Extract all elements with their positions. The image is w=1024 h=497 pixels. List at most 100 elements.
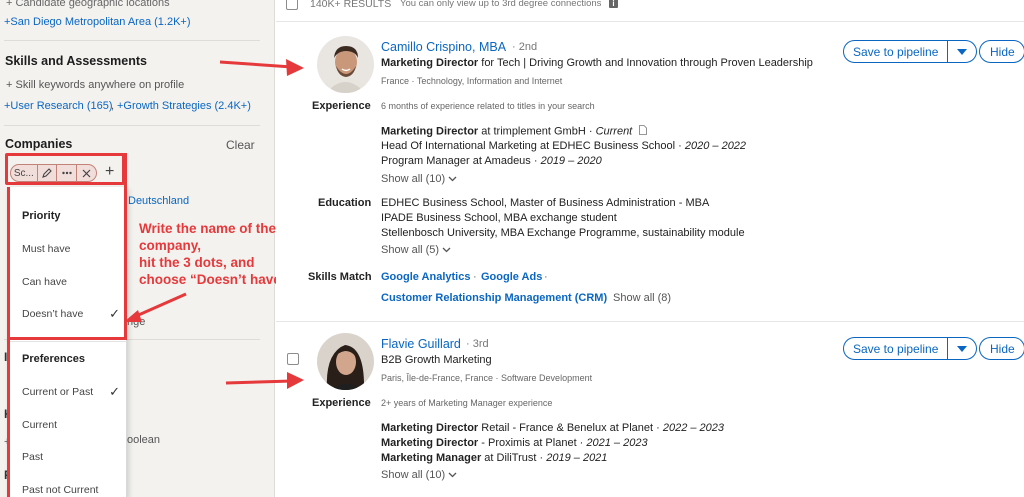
- menu-item-label: Must have: [22, 243, 71, 255]
- job-description: Program Manager at Amadeus ·: [381, 155, 541, 167]
- info-icon[interactable]: i: [609, 0, 618, 8]
- show-all-label: Show all (5): [381, 244, 440, 256]
- job-dates: 2021 – 2023: [586, 437, 648, 449]
- show-all-label: Show all (10): [381, 469, 446, 481]
- skill-chip-growth-strategies[interactable]: +Growth Strategies (2.4K+): [117, 100, 251, 112]
- search-results: 140K+ RESULTS You can only view up to 3r…: [276, 0, 1024, 497]
- menu-item-label: Current: [22, 419, 58, 431]
- job-title: Marketing Director: [381, 125, 479, 138]
- avatar[interactable]: [317, 333, 374, 390]
- save-to-pipeline-button[interactable]: Save to pipeline: [843, 337, 978, 360]
- clear-button[interactable]: Clear: [226, 138, 255, 152]
- headline-rest: for Tech | Driving Growth and Innovation…: [478, 57, 813, 69]
- chevron-down-icon[interactable]: [948, 345, 976, 352]
- menu-priority-heading: Priority: [22, 210, 61, 222]
- candidate-headline: Marketing Director for Tech | Driving Gr…: [381, 57, 813, 69]
- chevron-down-icon: [448, 469, 457, 481]
- behind-text: nge: [127, 316, 146, 328]
- show-all-skills-button[interactable]: Show all (8): [613, 292, 671, 304]
- document-icon: [639, 125, 648, 138]
- education-item: Stellenbosch University, MBA Exchange Pr…: [381, 227, 745, 239]
- menu-item-past[interactable]: Past: [22, 451, 120, 463]
- chip-separator: ,: [111, 100, 115, 112]
- menu-item-doesnt-have[interactable]: Doesn’t have ✓: [22, 306, 120, 322]
- job-company: at DiliTrust ·: [481, 452, 547, 464]
- menu-item-current[interactable]: Current: [22, 419, 120, 431]
- hide-button[interactable]: Hide: [979, 337, 1024, 360]
- job-company: Retail - France & Benelux at Planet ·: [478, 422, 663, 434]
- menu-preferences-heading: Preferences: [22, 353, 85, 365]
- candidate-name[interactable]: Camillo Crispino, MBA: [381, 40, 506, 54]
- save-to-pipeline-label[interactable]: Save to pipeline: [844, 338, 949, 359]
- geo-chip[interactable]: +San Diego Metropolitan Area (1.2K+): [4, 16, 191, 28]
- chevron-down-icon: [442, 244, 451, 256]
- behind-text: oolean: [127, 434, 161, 446]
- show-all-education-button[interactable]: Show all (5): [381, 244, 451, 256]
- job-dates: 2020 – 2022: [684, 140, 747, 152]
- headline-title: Marketing Director: [381, 57, 479, 69]
- add-company-button[interactable]: +: [105, 163, 114, 181]
- save-to-pipeline-label[interactable]: Save to pipeline: [844, 41, 949, 62]
- show-all-experience-button[interactable]: Show all (10): [381, 469, 457, 481]
- menu-item-label: Current or Past: [22, 386, 94, 398]
- more-options-icon[interactable]: [57, 165, 78, 181]
- candidate-location: France · Technology, Information and Int…: [381, 76, 563, 86]
- candidate-name[interactable]: Flavie Guillard: [381, 337, 461, 351]
- select-all-checkbox[interactable]: [286, 0, 298, 10]
- job-title: Marketing Director: [381, 422, 479, 434]
- menu-item-label: Can have: [22, 276, 67, 288]
- select-candidate-checkbox[interactable]: [287, 353, 299, 365]
- show-all-experience-button[interactable]: Show all (10): [381, 173, 457, 185]
- menu-item-current-or-past[interactable]: Current or Past ✓: [22, 384, 120, 400]
- skills-helper-label: Skill keywords anywhere on profile: [15, 79, 185, 91]
- experience-label: Experience: [312, 100, 371, 112]
- hide-button[interactable]: Hide: [979, 40, 1024, 63]
- experience-item: Marketing Director at trimplement GmbH ·…: [381, 125, 648, 138]
- experience-item: Marketing Manager at DiliTrust · 2019 – …: [381, 452, 607, 464]
- menu-item-label: Past: [22, 451, 44, 463]
- chevron-down-icon[interactable]: [948, 48, 976, 55]
- skill-tag[interactable]: Google Analytics: [381, 271, 470, 283]
- annotation-highlight-edge: [124, 153, 127, 340]
- skill-chip-user-research[interactable]: +User Research (165): [4, 100, 113, 112]
- companies-section-title: Companies: [5, 137, 73, 151]
- divider: [4, 125, 260, 126]
- connection-degree: · 2nd: [512, 41, 538, 53]
- experience-item: Program Manager at Amadeus · 2019 – 2020: [381, 155, 602, 167]
- candidate-headline: B2B Growth Marketing: [381, 354, 492, 366]
- menu-item-must-have[interactable]: Must have: [22, 243, 120, 255]
- avatar[interactable]: [317, 36, 374, 93]
- experience-item: Marketing Director - Proximis at Planet …: [381, 437, 648, 449]
- menu-item-can-have[interactable]: Can have: [22, 276, 120, 288]
- remove-icon[interactable]: [77, 165, 96, 181]
- experience-item: Head Of International Marketing at EDHEC…: [381, 140, 746, 152]
- company-behind-text[interactable]: Deutschland: [128, 195, 189, 207]
- save-to-pipeline-button[interactable]: Save to pipeline: [843, 40, 978, 63]
- menu-item-past-not-current[interactable]: Past not Current: [22, 484, 120, 496]
- annotation-highlight-edge: [7, 337, 127, 340]
- education-item: EDHEC Business School, Master of Busines…: [381, 197, 710, 209]
- skill-tag[interactable]: Customer Relationship Management (CRM): [381, 292, 607, 304]
- results-count: 140K+ RESULTS: [310, 0, 392, 10]
- menu-divider: [10, 341, 126, 342]
- edit-icon[interactable]: [38, 165, 58, 181]
- education-label: Education: [318, 197, 372, 209]
- connection-degree: · 3rd: [466, 338, 489, 350]
- job-company: at trimplement GmbH ·: [478, 125, 596, 138]
- education-item: IPADE Business School, MBA exchange stud…: [381, 212, 617, 224]
- experience-summary: 2+ years of Marketing Manager experience: [381, 398, 553, 408]
- chevron-down-icon: [448, 173, 457, 185]
- show-all-label: Show all (10): [381, 173, 446, 185]
- job-title: Marketing Director: [381, 437, 479, 449]
- separator-dot: ·: [544, 271, 548, 283]
- skill-tag[interactable]: Google Ads: [481, 271, 542, 283]
- experience-summary: 6 months of experience related to titles…: [381, 101, 595, 111]
- geo-helper-label: Candidate geographic locations: [15, 0, 170, 9]
- results-header: 140K+ RESULTS You can only view up to 3r…: [276, 0, 1024, 22]
- company-pill-label[interactable]: Sc...: [11, 165, 38, 181]
- checkmark-icon: ✓: [109, 384, 120, 399]
- job-dates: 2022 – 2023: [662, 422, 725, 434]
- menu-item-label: Past not Current: [22, 484, 99, 496]
- job-dates: 2019 – 2021: [546, 452, 608, 464]
- company-pill[interactable]: Sc...: [10, 164, 97, 182]
